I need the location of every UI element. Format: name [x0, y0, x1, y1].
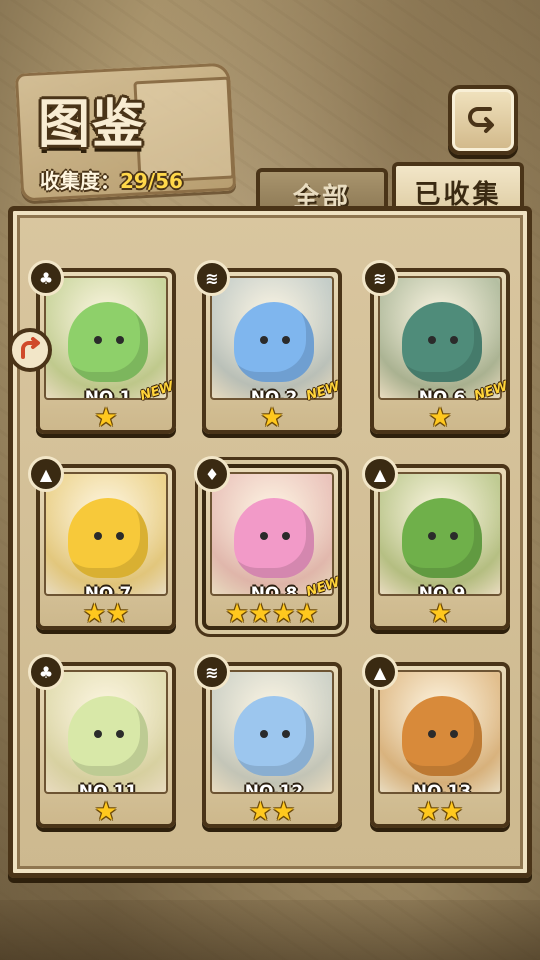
monster-image — [402, 696, 482, 776]
monster-card[interactable]: NO.8 NEW ★★★★ ♦ — [194, 456, 342, 632]
grass-icon: ♣ — [28, 654, 64, 690]
grass-icon: ♣ — [28, 260, 64, 296]
return-arrow-icon — [468, 107, 494, 133]
monster-card[interactable]: NO.11 ★ ♣ — [28, 654, 176, 830]
monster-card[interactable]: NO.12 ★★ ≋ — [194, 654, 342, 830]
monster-portrait: NO.13 — [378, 670, 502, 794]
monster-eye — [428, 730, 436, 738]
monster-eye — [282, 730, 290, 738]
monster-card[interactable]: NO.13 ★★ ▲ — [362, 654, 510, 830]
monster-number: NO.7 — [84, 584, 132, 596]
water-icon: ≋ — [194, 260, 230, 296]
monster-eye — [282, 532, 290, 540]
fire-icon: ♦ — [194, 456, 230, 492]
monster-image — [68, 498, 148, 578]
collection-progress: 收集度：29/56 — [40, 165, 183, 194]
star-rating: ★ — [428, 599, 452, 629]
monster-eye — [450, 336, 458, 344]
collection-label: 收集度： — [40, 169, 120, 193]
monster-card[interactable]: NO.2 NEW ★ ≋ — [194, 260, 342, 436]
monster-image — [68, 696, 148, 776]
monster-portrait: NO.11 — [44, 670, 168, 794]
earth-icon: ▲ — [28, 456, 64, 492]
monster-eye — [94, 336, 102, 344]
water-icon: ≋ — [362, 260, 398, 296]
monster-number: NO.11 — [78, 782, 138, 794]
monster-portrait: NO.1 — [44, 276, 168, 400]
earth-icon: ▲ — [362, 456, 398, 492]
monster-number: NO.12 — [244, 782, 304, 794]
monster-eye — [450, 730, 458, 738]
star-rating: ★★★★ — [225, 599, 319, 629]
monster-eye — [282, 336, 290, 344]
earth-icon: ▲ — [362, 654, 398, 690]
star-rating: ★★ — [248, 797, 296, 827]
monster-eye — [260, 730, 268, 738]
star-rating: ★ — [260, 403, 284, 433]
monster-image — [402, 302, 482, 382]
page-title: 图鉴 — [38, 95, 147, 155]
monster-portrait: NO.8 — [210, 472, 334, 596]
star-rating: ★ — [94, 403, 118, 433]
monster-eye — [94, 730, 102, 738]
monster-portrait: NO.9 — [378, 472, 502, 596]
monster-number: NO.13 — [412, 782, 472, 794]
monster-portrait: NO.7 — [44, 472, 168, 596]
monster-eye — [94, 532, 102, 540]
collection-value: 29/56 — [120, 169, 183, 193]
back-button[interactable] — [448, 85, 518, 155]
monster-eye — [260, 532, 268, 540]
monster-number: NO.9 — [418, 584, 466, 596]
monster-portrait: NO.6 — [378, 276, 502, 400]
monster-image — [68, 302, 148, 382]
curved-arrow-icon — [21, 337, 40, 359]
monster-eye — [428, 336, 436, 344]
monster-card[interactable]: NO.6 NEW ★ ≋ — [362, 260, 510, 436]
water-icon: ≋ — [194, 654, 230, 690]
monster-eye — [260, 336, 268, 344]
star-rating: ★★ — [416, 797, 464, 827]
monster-image — [234, 696, 314, 776]
bottom-bar — [0, 900, 540, 960]
star-rating: ★ — [428, 403, 452, 433]
monster-card[interactable]: NO.1 NEW ★ ♣ — [28, 260, 176, 436]
monster-eye — [116, 336, 124, 344]
star-rating: ★ — [94, 797, 118, 827]
star-rating: ★★ — [82, 599, 130, 629]
monster-portrait: NO.2 — [210, 276, 334, 400]
monster-portrait: NO.12 — [210, 670, 334, 794]
scroll-left-button[interactable] — [8, 328, 52, 372]
monster-eye — [116, 730, 124, 738]
monster-eye — [428, 532, 436, 540]
monster-image — [402, 498, 482, 578]
monster-eye — [450, 532, 458, 540]
monster-eye — [116, 532, 124, 540]
monster-card[interactable]: NO.7 ★★ ▲ — [28, 456, 176, 632]
monster-card[interactable]: NO.9 ★ ▲ — [362, 456, 510, 632]
monster-image — [234, 302, 314, 382]
monster-image — [234, 498, 314, 578]
